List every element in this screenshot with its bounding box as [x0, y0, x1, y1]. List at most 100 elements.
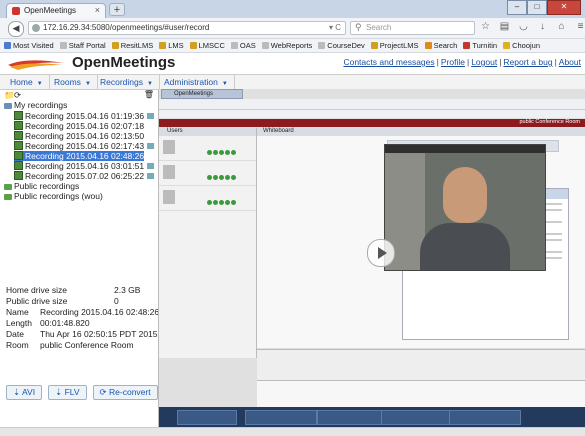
bookmark-oas[interactable]: OAS — [230, 41, 256, 50]
folder-icon — [503, 42, 511, 49]
download-avi-button[interactable]: ⇣ AVI — [6, 385, 43, 400]
menu-rooms[interactable]: Rooms ▼ — [48, 75, 98, 89]
name-value: Recording 2015.04.16 02:48:26 — [40, 307, 160, 317]
film-icon — [14, 171, 23, 180]
bookmark-search[interactable]: Search — [424, 41, 457, 50]
folder-icon — [111, 42, 119, 49]
tree-recording[interactable]: Recording 2015.04.16 03:01:51 — [14, 161, 155, 171]
film-icon — [14, 131, 23, 140]
tree-recording[interactable]: Recording 2015.04.16 02:07:18 — [14, 121, 144, 131]
taskbar-item — [449, 410, 521, 425]
menu-administration[interactable]: Administration ▼ — [158, 75, 235, 89]
bookmark-choojun[interactable]: Choojun — [503, 41, 540, 50]
bookmark-lmscc[interactable]: LMSCC — [189, 41, 225, 50]
status-dots — [207, 150, 236, 155]
recorded-user-row — [159, 186, 256, 211]
tree-toolbar: 📁 ⟳ 🗑 — [4, 90, 154, 100]
profile-link[interactable]: Profile — [441, 57, 465, 67]
pocket-icon[interactable]: ◡ — [518, 21, 529, 33]
tree-public-recordings[interactable]: Public recordings — [4, 181, 79, 191]
site-info-icon[interactable] — [32, 24, 40, 32]
browser-tab-title: OpenMeetings — [24, 6, 77, 15]
tab-close-icon[interactable]: × — [95, 5, 100, 15]
menu-icon[interactable]: ≡ — [575, 21, 585, 33]
download-flv-button[interactable]: ⇣ FLV — [48, 385, 87, 400]
taskbar-item — [245, 410, 317, 425]
play-button[interactable] — [367, 239, 395, 267]
chevron-down-icon: ▼ — [84, 81, 91, 87]
bookmark-most-visited[interactable]: Most Visited — [4, 41, 54, 50]
recordings-tree: 📁 ⟳ 🗑 My recordings Recording 2015.04.16… — [4, 90, 155, 280]
film-icon — [14, 121, 23, 130]
webcam-video — [384, 144, 546, 271]
minimize-icon[interactable]: – — [507, 0, 527, 15]
openmeetings-logo — [8, 60, 64, 70]
room-value: public Conference Room — [40, 340, 134, 350]
recording-info: Home drive size 2.3 GB Public drive size 0… — [4, 285, 159, 351]
edit-icon[interactable] — [147, 173, 155, 179]
status-dots — [207, 175, 236, 180]
home-drive-label: Home drive size — [6, 285, 67, 295]
home-folder-icon — [4, 103, 12, 109]
back-icon[interactable]: ◀ — [8, 21, 24, 37]
logout-link[interactable]: Logout — [471, 57, 497, 67]
bookmark-webreports[interactable]: WebReports — [261, 41, 312, 50]
bookmark-turnitin[interactable]: Turnitin — [463, 41, 497, 50]
add-folder-icon[interactable]: 📁 — [4, 90, 15, 100]
refresh-icon[interactable]: ⟳ — [14, 90, 21, 100]
recorded-room-bar: public Conference Room — [159, 119, 585, 127]
folder-icon — [159, 42, 167, 49]
film-icon — [14, 161, 23, 170]
contacts-link[interactable]: Contacts and messages — [343, 57, 434, 67]
edit-icon[interactable] — [147, 143, 155, 149]
trash-icon[interactable]: 🗑 — [144, 90, 154, 99]
reading-list-icon[interactable]: ▤ — [499, 21, 510, 33]
edit-icon[interactable] — [147, 113, 155, 119]
menu-home[interactable]: Home ▼ — [4, 75, 50, 89]
bookmark-projectlms[interactable]: ProjectLMS — [370, 41, 419, 50]
about-link[interactable]: About — [559, 57, 581, 67]
top-links: Contacts and messages | Profile | Logout | Rep… — [343, 57, 581, 67]
reconvert-button[interactable]: ⟳ Re-convert — [92, 385, 158, 400]
recorded-bookmarks — [159, 110, 585, 118]
recorded-user-row — [159, 161, 256, 186]
window-controls: – □ ✕ — [507, 0, 581, 15]
app-header: OpenMeetings Contacts and messages | Profi… — [0, 53, 585, 73]
menu-recordings[interactable]: Recordings ▼ — [94, 75, 160, 89]
download-icon[interactable]: ↓ — [537, 21, 548, 33]
edit-icon[interactable] — [147, 163, 155, 169]
bookmark-resitlms[interactable]: ResitLMS — [111, 41, 153, 50]
star-icon — [4, 42, 11, 49]
home-icon[interactable]: ⌂ — [556, 21, 567, 33]
date-value: Thu Apr 16 02:50:15 PDT 2015 — [40, 329, 158, 339]
public-folder-icon — [4, 184, 12, 190]
tree-recording[interactable]: Recording 2015.04.16 01:19:36 — [14, 111, 155, 121]
new-tab-button[interactable]: + — [109, 3, 125, 16]
bookmark-coursedev[interactable]: CourseDev — [318, 41, 365, 50]
recording-player[interactable]: OpenMeetings public Conference Room User… — [158, 89, 585, 427]
tree-recording[interactable]: Recording 2015.07.02 06:25:22 — [14, 171, 155, 181]
search-input[interactable]: ⚲ Search — [350, 21, 475, 35]
tree-recording[interactable]: Recording 2015.04.16 02:17:43 — [14, 141, 155, 151]
search-icon: ⚲ — [355, 22, 362, 32]
page-icon — [318, 42, 326, 49]
bookmark-star-icon[interactable]: ☆ — [480, 21, 491, 33]
address-bar[interactable]: 172.16.29.34:5080/openmeetings/#user/rec… — [28, 21, 346, 35]
report-bug-link[interactable]: Report a bug — [503, 57, 552, 67]
tree-my-recordings[interactable]: My recordings — [4, 100, 67, 110]
reload-icon[interactable]: ▾ C — [329, 23, 341, 32]
browser-tab[interactable]: OpenMeetings × — [6, 3, 106, 18]
tree-recording[interactable]: Recording 2015.04.16 02:13:50 — [14, 131, 144, 141]
film-icon — [14, 151, 23, 160]
download-icon: ⇣ — [55, 387, 65, 397]
close-window-icon[interactable]: ✕ — [547, 0, 581, 15]
bookmark-lms[interactable]: LMS — [159, 41, 184, 50]
tree-public-recordings-wou[interactable]: Public recordings (wou) — [4, 191, 103, 201]
name-label: Name — [6, 307, 29, 317]
maximize-icon[interactable]: □ — [527, 0, 547, 15]
tree-recording-selected[interactable]: Recording 2015.04.16 02:48:26 — [14, 151, 145, 161]
avatar — [163, 140, 175, 154]
bookmark-staff-portal[interactable]: Staff Portal — [59, 41, 106, 50]
avatar — [163, 165, 175, 179]
recorded-nav-bar — [159, 99, 585, 110]
